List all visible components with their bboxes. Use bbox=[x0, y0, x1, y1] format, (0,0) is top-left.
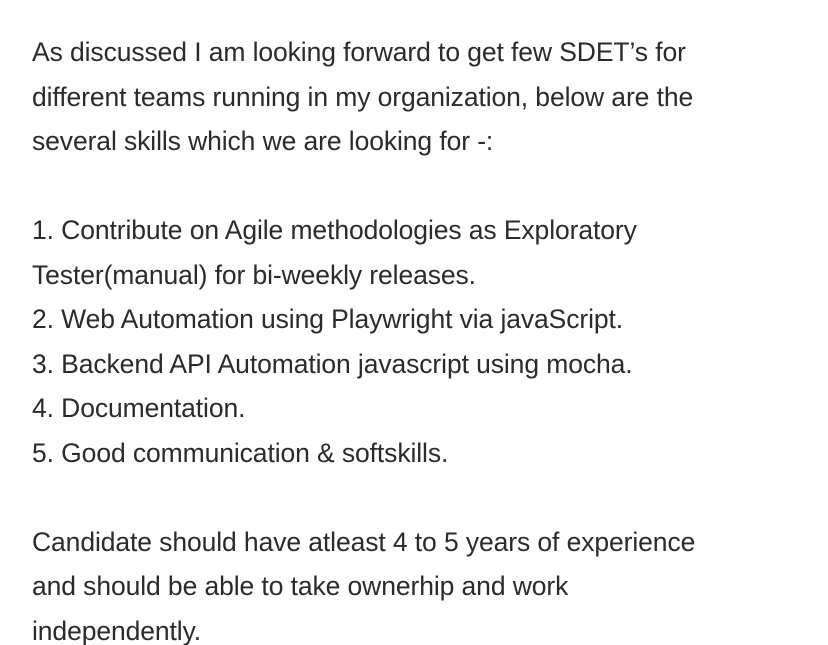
skill-item-4: 4. Documentation. bbox=[32, 393, 246, 423]
intro-line: several skills which we are looking for … bbox=[32, 126, 494, 156]
skills-list: 1. Contribute on Agile methodologies as … bbox=[32, 208, 808, 475]
skill-item-5: 5. Good communication & softskills. bbox=[32, 437, 449, 468]
intro-line: As discussed I am looking forward to get… bbox=[32, 37, 686, 67]
closing-line: and should be able to take ownerhip and … bbox=[32, 571, 569, 601]
message-body: As discussed I am looking forward to get… bbox=[0, 0, 828, 645]
intro-line: different teams running in my organizati… bbox=[32, 81, 694, 112]
skill-item-3: 3. Backend API Automation javascript usi… bbox=[32, 348, 633, 379]
skill-item-1-line-1: 1. Contribute on Agile methodologies as … bbox=[32, 215, 637, 245]
skill-item-1-line-2: Tester(manual) for bi-weekly releases. bbox=[32, 259, 476, 290]
closing-line: Candidate should have atleast 4 to 5 yea… bbox=[32, 526, 696, 557]
closing-paragraph: Candidate should have atleast 4 to 5 yea… bbox=[32, 520, 808, 645]
skill-item-2: 2. Web Automation using Playwright via j… bbox=[32, 304, 624, 334]
closing-line: independently. bbox=[32, 615, 202, 645]
intro-paragraph: As discussed I am looking forward to get… bbox=[32, 30, 808, 164]
